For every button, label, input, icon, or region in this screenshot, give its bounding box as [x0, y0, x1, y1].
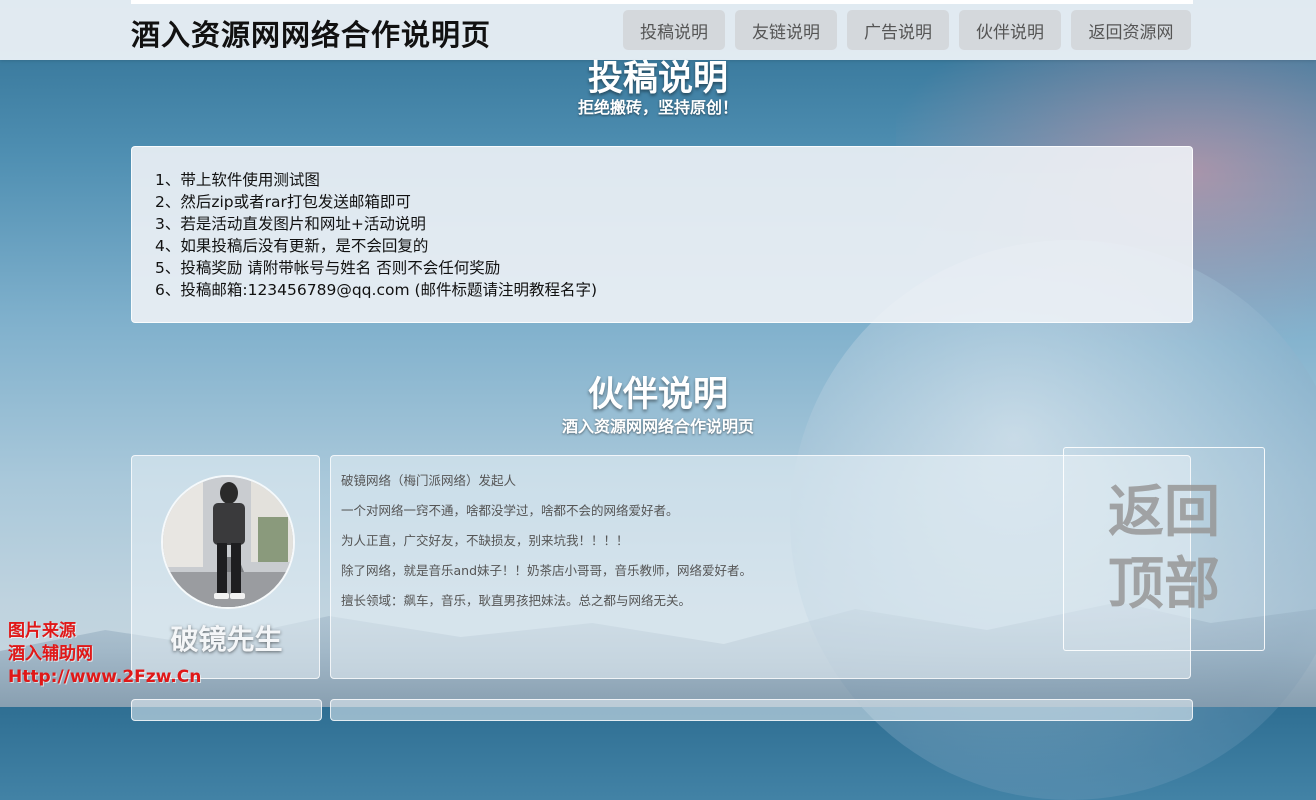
watermark-line: 酒入辅助网: [8, 644, 93, 664]
watermark-url: Http://www.2Fzw.Cn: [8, 667, 202, 687]
contribute-rules-list: 1、带上软件使用测试图 2、然后zip或者rar打包发送邮箱即可 3、若是活动直…: [155, 169, 1169, 301]
contribute-rules-card: 1、带上软件使用测试图 2、然后zip或者rar打包发送邮箱即可 3、若是活动直…: [131, 146, 1193, 323]
rule-item: 2、然后zip或者rar打包发送邮箱即可: [155, 193, 411, 211]
rule-item: 4、如果投稿后没有更新，是不会回复的: [155, 237, 429, 255]
header-top-line: [131, 0, 1193, 4]
partner-avatar: [161, 475, 295, 609]
avatar-photo-icon: [163, 477, 293, 607]
site-title: 酒入资源网网络合作说明页: [131, 18, 492, 52]
nav-friendlink-button[interactable]: 友链说明: [735, 10, 837, 50]
partner-section-subtitle: 酒入资源网网络合作说明页: [561, 417, 754, 436]
next-partner-bio-card: [330, 699, 1193, 721]
back-to-top-label: 返回顶部: [1108, 480, 1220, 617]
rule-item: 3、若是活动直发图片和网址+活动说明: [155, 215, 426, 233]
main-nav: 投稿说明 友链说明 广告说明 伙伴说明 返回资源网: [623, 10, 1191, 50]
contribute-section-subtitle: 拒绝搬砖，坚持原创！: [577, 98, 738, 117]
rule-item: 1、带上软件使用测试图: [155, 171, 320, 189]
watermark-line: 图片来源: [8, 621, 76, 641]
nav-back-to-site-button[interactable]: 返回资源网: [1071, 10, 1191, 50]
nav-contribute-button[interactable]: 投稿说明: [623, 10, 725, 50]
partner-section-title: 伙伴说明: [587, 375, 728, 415]
bio-line: 破镜网络（梅门派网络）发起人: [341, 473, 517, 488]
back-to-top-button[interactable]: 返回顶部: [1063, 447, 1265, 651]
nav-partner-button[interactable]: 伙伴说明: [959, 10, 1061, 50]
watermark: 图片来源 酒入辅助网 Http://www.2Fzw.Cn: [8, 620, 201, 689]
nav-ads-button[interactable]: 广告说明: [847, 10, 949, 50]
next-partner-profile-card: [131, 699, 322, 721]
bio-line: 擅长领域：飙车，音乐，耿直男孩把妹法。总之都与网络无关。: [341, 593, 692, 608]
rule-item: 5、投稿奖励 请附带帐号与姓名 否则不会任何奖励: [155, 259, 501, 277]
bio-line: 除了网络，就是音乐and妹子！！奶茶店小哥哥，音乐教师，网络爱好者。: [341, 563, 753, 578]
partner-bio-card: 破镜网络（梅门派网络）发起人 一个对网络一窍不通，啥都没学过，啥都不会的网络爱好…: [330, 455, 1191, 679]
bio-line: 一个对网络一窍不通，啥都没学过，啥都不会的网络爱好者。: [341, 503, 679, 518]
bio-line: 为人正直，广交好友，不缺损友，别来坑我！！！！: [341, 533, 629, 548]
rule-item: 6、投稿邮箱:123456789@qq.com (邮件标题请注明教程名字): [155, 281, 598, 299]
